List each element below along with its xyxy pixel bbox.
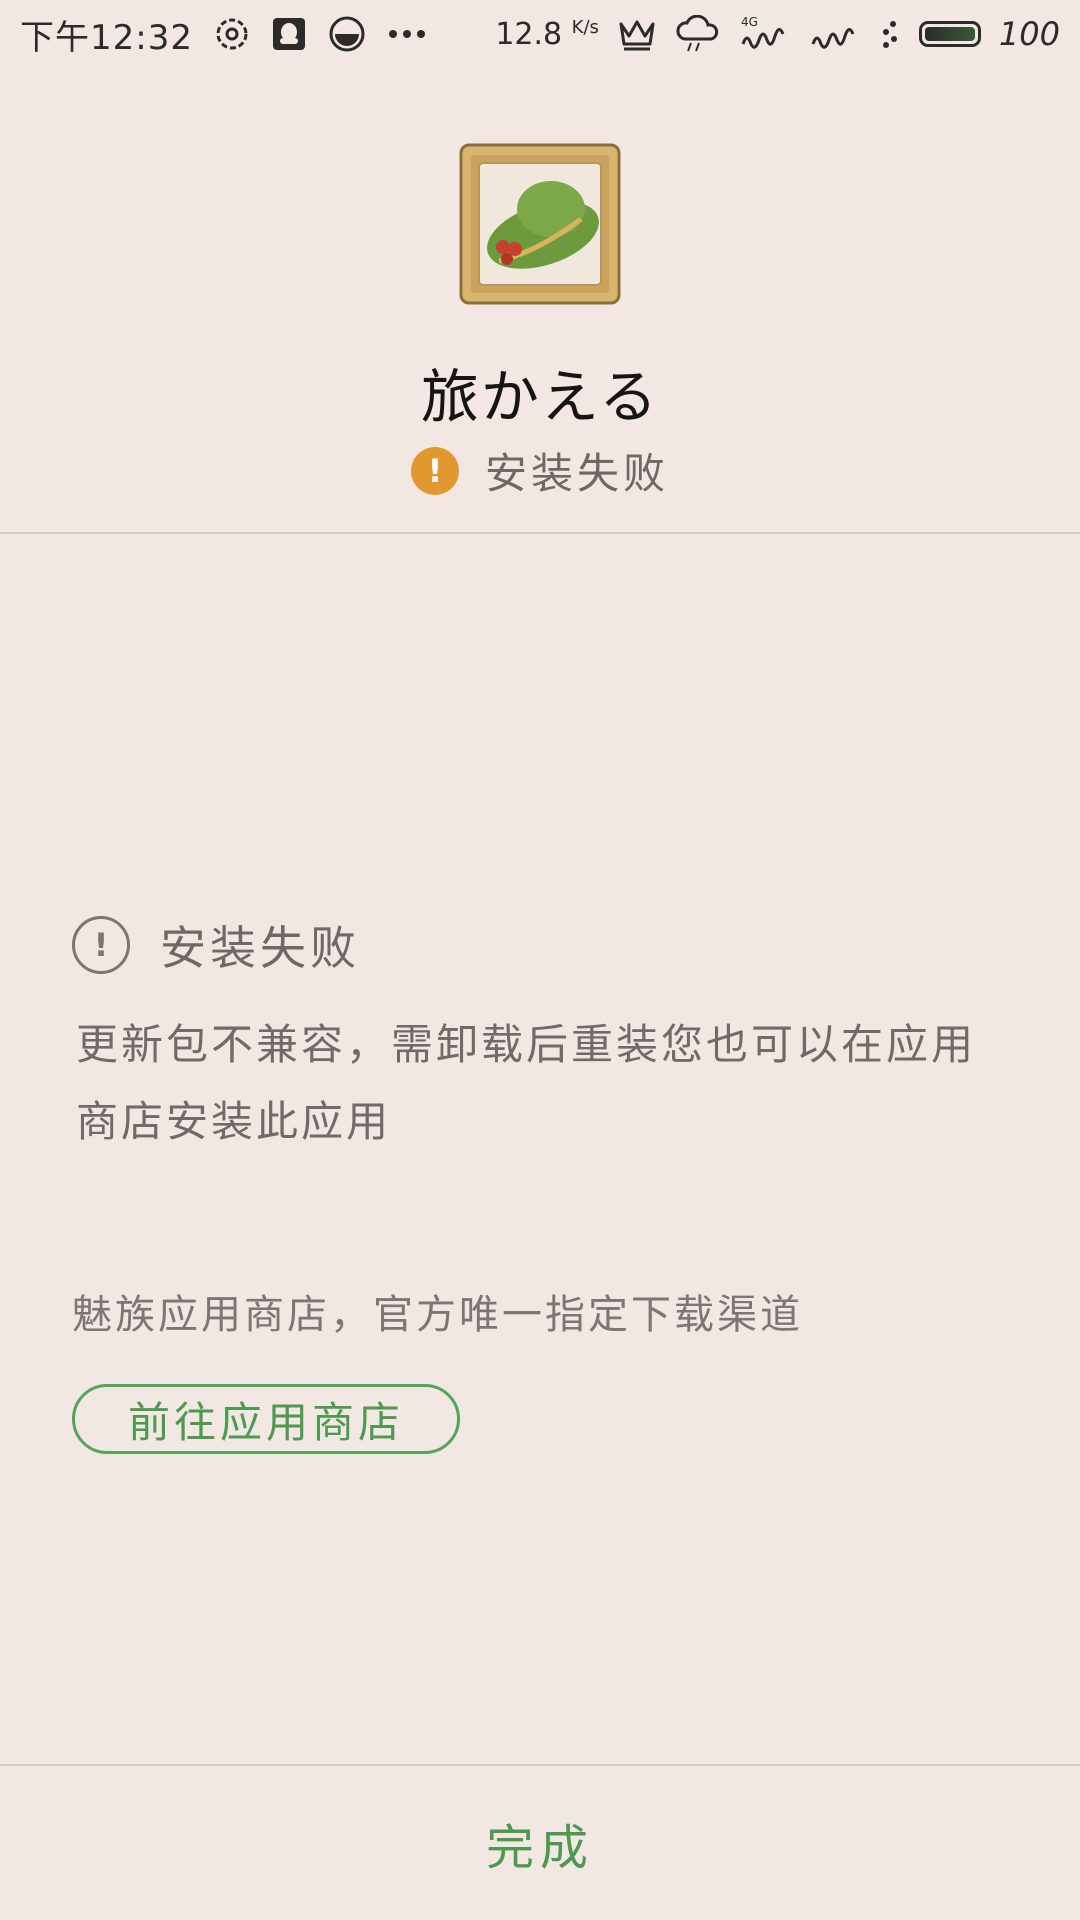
header-divider	[0, 532, 1080, 534]
status-time: 下午12:32	[20, 17, 193, 58]
qq-icon	[271, 16, 307, 52]
circle-app-icon	[327, 14, 367, 54]
frog-hat-app-icon	[459, 143, 621, 305]
alert-icon: !	[72, 916, 130, 974]
dots-icon	[879, 19, 901, 49]
warning-icon: !	[410, 446, 459, 495]
battery-icon	[918, 21, 981, 47]
install-status-text: 安装失败	[484, 449, 669, 498]
signal-4g-icon: 4G	[739, 14, 791, 54]
battery-level: 100	[998, 15, 1060, 53]
signal-icon	[809, 14, 861, 54]
app-name: 旅かえる	[420, 363, 660, 431]
network-speed: 12.8 K/s	[495, 17, 599, 52]
error-title-row: ! 安装失败	[72, 912, 360, 978]
status-bar-right: 12.8 K/s 4G 100	[495, 14, 1060, 54]
network-speed-value: 12.8	[495, 16, 563, 52]
status-bar-left: 下午12:32	[20, 10, 427, 59]
store-note: 魅族应用商店，官方唯一指定下载渠道	[72, 1292, 803, 1338]
crown-icon	[617, 16, 657, 52]
rain-cloud-icon	[675, 15, 721, 53]
error-description: 更新包不兼容，需卸载后重装您也可以在应用商店安装此应用	[76, 1020, 977, 1146]
network-type-label: 4G	[741, 15, 758, 29]
settings-flower-icon	[213, 15, 251, 53]
go-to-app-store-button[interactable]: 前往应用商店	[72, 1384, 460, 1454]
install-status: ! 安装失败	[0, 440, 1080, 501]
status-bar: 下午12:32 12.8 K/s 4G 100	[0, 0, 1080, 68]
network-speed-unit: K/s	[571, 16, 599, 38]
done-button[interactable]: 完成	[0, 1766, 1080, 1920]
error-title: 安装失败	[160, 921, 360, 975]
more-dots-icon	[387, 28, 427, 40]
